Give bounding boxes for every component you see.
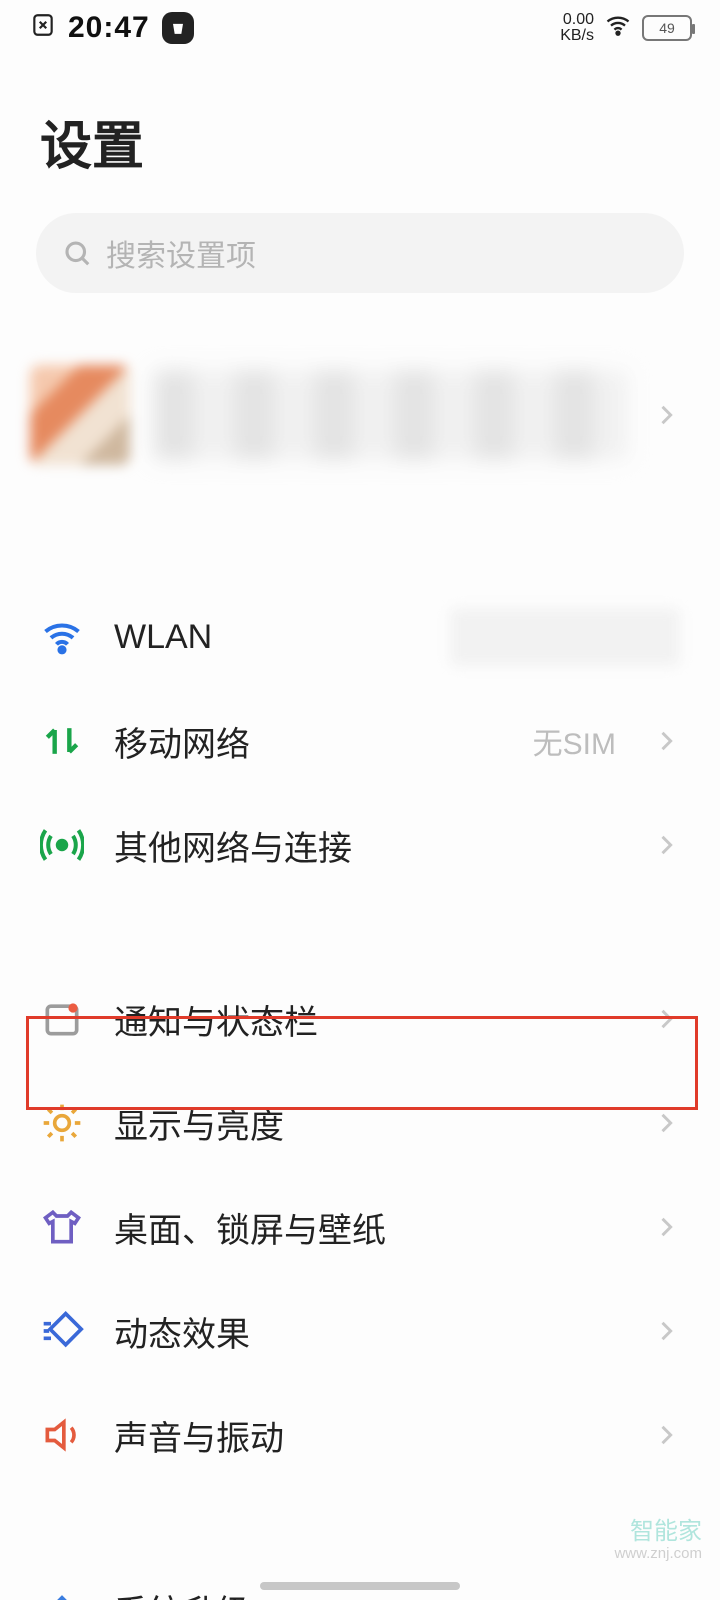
arrow-up-icon xyxy=(40,1587,84,1600)
wlan-value-redacted xyxy=(450,608,680,666)
app-badge-icon xyxy=(162,12,194,44)
page-title: 设置 xyxy=(0,56,720,213)
settings-item-sound[interactable]: 声音与振动 xyxy=(0,1383,720,1487)
settings-item-display[interactable]: 显示与亮度 xyxy=(0,1071,720,1175)
motion-icon xyxy=(40,1309,84,1353)
broadcast-icon xyxy=(40,823,84,867)
item-label: 其他网络与连接 xyxy=(114,821,622,870)
chevron-right-icon xyxy=(652,1213,680,1241)
settings-item-notifications[interactable]: 通知与状态栏 xyxy=(0,967,720,1071)
chevron-right-icon xyxy=(652,831,680,859)
account-row[interactable] xyxy=(0,335,720,495)
settings-item-wlan[interactable]: WLAN xyxy=(0,585,720,689)
chevron-right-icon xyxy=(652,1317,680,1345)
chevron-right-icon xyxy=(652,1109,680,1137)
item-value: 无SIM xyxy=(533,719,616,763)
notifications-icon xyxy=(40,997,84,1041)
volume-icon xyxy=(40,1413,84,1457)
shirt-icon xyxy=(40,1205,84,1249)
item-label: 声音与振动 xyxy=(114,1411,622,1460)
wifi-icon xyxy=(604,11,632,46)
account-text-redacted xyxy=(154,370,628,460)
status-bar: 20:47 0.00 KB/s 49 xyxy=(0,0,720,56)
item-label: 通知与状态栏 xyxy=(114,995,622,1044)
search-input[interactable]: 搜索设置项 xyxy=(36,213,684,293)
settings-item-home-wallpaper[interactable]: 桌面、锁屏与壁纸 xyxy=(0,1175,720,1279)
settings-item-mobile-network[interactable]: 移动网络 无SIM xyxy=(0,689,720,793)
sim-alert-icon xyxy=(30,12,56,45)
wifi-icon xyxy=(40,615,84,659)
settings-item-system-update[interactable]: 系统升级 xyxy=(0,1557,720,1600)
item-label: 桌面、锁屏与壁纸 xyxy=(114,1203,622,1252)
item-label: 移动网络 xyxy=(114,717,503,766)
battery-indicator: 49 xyxy=(642,15,692,41)
home-indicator xyxy=(260,1582,460,1590)
avatar xyxy=(30,365,130,465)
updown-arrows-icon xyxy=(40,719,84,763)
search-placeholder: 搜索设置项 xyxy=(106,231,256,275)
settings-item-motion-effects[interactable]: 动态效果 xyxy=(0,1279,720,1383)
network-speed: 0.00 KB/s xyxy=(560,12,594,44)
item-label: 动态效果 xyxy=(114,1307,622,1356)
item-label: WLAN xyxy=(114,618,420,657)
watermark: 智能家 www.znj.com xyxy=(614,1519,702,1562)
chevron-right-icon xyxy=(652,1005,680,1033)
settings-item-other-connections[interactable]: 其他网络与连接 xyxy=(0,793,720,897)
item-label: 显示与亮度 xyxy=(114,1099,622,1148)
search-icon xyxy=(62,238,92,268)
chevron-right-icon xyxy=(652,727,680,755)
chevron-right-icon xyxy=(652,1421,680,1449)
chevron-right-icon xyxy=(652,401,680,429)
sun-icon xyxy=(40,1101,84,1145)
status-time: 20:47 xyxy=(68,11,150,45)
